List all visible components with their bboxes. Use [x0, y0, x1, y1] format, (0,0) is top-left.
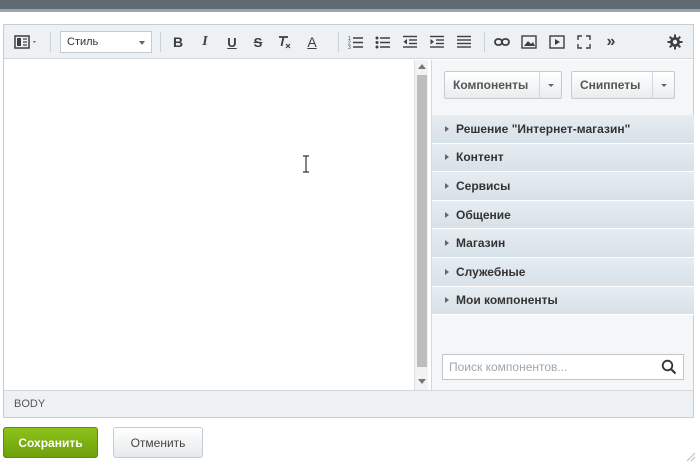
more-button[interactable]: »	[601, 31, 621, 53]
outdent-button[interactable]	[400, 31, 420, 53]
bold-icon: B	[172, 34, 184, 50]
window-top-strip-edge	[0, 9, 700, 12]
align-icon	[457, 35, 471, 48]
toolbar-separator	[484, 32, 485, 52]
component-group-label: Контент	[456, 150, 504, 165]
search-icon[interactable]	[661, 359, 677, 375]
component-group[interactable]: Магазин	[432, 229, 694, 258]
component-group-label: Решение "Интернет-магазин"	[456, 121, 631, 136]
strikethrough-icon: S	[253, 34, 263, 50]
chevron-down-icon[interactable]	[539, 72, 561, 98]
font-color-button[interactable]: A	[302, 31, 322, 53]
component-group[interactable]: Контент	[432, 143, 694, 173]
italic-button[interactable]: I	[195, 31, 215, 53]
video-button[interactable]	[547, 31, 567, 53]
component-group-label: Сервисы	[456, 178, 511, 193]
more-icon: »	[606, 33, 616, 50]
snippets-button[interactable]: Сниппеты	[571, 71, 675, 99]
component-search-input[interactable]	[443, 355, 653, 379]
ordered-list-button[interactable]: 1 2 3	[346, 31, 366, 53]
snippets-button-label: Сниппеты	[580, 78, 641, 92]
toolbar-separator	[160, 32, 161, 52]
components-button-label: Компоненты	[453, 78, 529, 92]
toolbar-separator	[338, 32, 339, 52]
link-icon	[494, 38, 510, 46]
component-group-label: Мои компоненты	[456, 293, 558, 308]
view-mode-button[interactable]	[12, 31, 42, 53]
component-group[interactable]: Сервисы	[432, 172, 694, 201]
settings-icon	[667, 34, 683, 50]
fullscreen-icon	[577, 35, 591, 49]
editor-toolbar: Стиль B I U S A 1 2 3 »	[4, 25, 693, 59]
link-button[interactable]	[492, 31, 512, 53]
component-groups-list: Решение "Интернет-магазин" Контент Серви…	[432, 115, 694, 316]
image-icon	[521, 35, 537, 49]
style-select-value: Стиль	[67, 36, 99, 48]
image-button[interactable]	[519, 31, 539, 53]
html-editor: Стиль B I U S A 1 2 3 » Компоненты Снипп…	[3, 24, 694, 418]
svg-text:3: 3	[348, 45, 351, 49]
text-cursor-icon	[303, 155, 309, 173]
align-button[interactable]	[454, 31, 474, 53]
scrollbar-thumb[interactable]	[417, 75, 427, 367]
components-panel: Компоненты Сниппеты Решение "Интернет-ма…	[431, 60, 694, 390]
remove-format-button[interactable]	[274, 31, 294, 53]
component-group[interactable]: Мои компоненты	[432, 286, 694, 316]
remove-format-icon	[279, 36, 291, 49]
chevron-right-icon	[445, 268, 449, 275]
save-button[interactable]: Сохранить	[3, 427, 98, 458]
unordered-list-button[interactable]	[373, 31, 393, 53]
editor-vertical-scrollbar[interactable]	[414, 60, 428, 390]
style-select[interactable]: Стиль	[60, 31, 152, 53]
resize-grip-icon[interactable]	[684, 450, 696, 462]
chevron-down-icon	[139, 41, 145, 45]
font-color-icon: A	[307, 34, 317, 50]
bold-button[interactable]: B	[168, 31, 188, 53]
component-group[interactable]: Общение	[432, 200, 694, 230]
underline-button[interactable]: U	[222, 31, 242, 53]
window-top-strip	[0, 0, 700, 12]
components-button[interactable]: Компоненты	[444, 71, 562, 99]
chevron-right-icon	[445, 240, 449, 247]
component-group-label: Служебные	[456, 264, 526, 279]
italic-icon: I	[202, 34, 208, 49]
component-group-label: Общение	[456, 207, 511, 222]
component-group-label: Магазин	[456, 236, 506, 251]
scroll-up-icon[interactable]	[418, 64, 426, 69]
fullscreen-button[interactable]	[574, 31, 594, 53]
chevron-right-icon	[445, 297, 449, 304]
ordered-list-icon: 1 2 3	[348, 36, 363, 49]
settings-button[interactable]	[665, 31, 685, 53]
editor-statusbar: BODY	[4, 390, 693, 417]
indent-button[interactable]	[427, 31, 447, 53]
indent-icon	[430, 35, 444, 48]
video-icon	[549, 35, 565, 49]
chevron-right-icon	[445, 211, 449, 218]
component-search	[442, 354, 684, 380]
outdent-icon	[403, 35, 417, 48]
unordered-list-icon	[375, 36, 390, 49]
chevron-right-icon	[445, 154, 449, 161]
component-group[interactable]: Решение "Интернет-магазин"	[432, 115, 694, 144]
element-path[interactable]: BODY	[14, 398, 45, 410]
view-mode-icon	[14, 35, 36, 49]
editor-content-area[interactable]	[4, 60, 414, 390]
strikethrough-button[interactable]: S	[248, 31, 268, 53]
cancel-button[interactable]: Отменить	[113, 427, 203, 458]
underline-icon: U	[227, 34, 237, 50]
toolbar-separator	[50, 32, 51, 52]
chevron-right-icon	[445, 125, 449, 132]
chevron-down-icon[interactable]	[652, 72, 674, 98]
chevron-right-icon	[445, 182, 449, 189]
component-group[interactable]: Служебные	[432, 257, 694, 287]
scroll-down-icon[interactable]	[418, 379, 426, 384]
